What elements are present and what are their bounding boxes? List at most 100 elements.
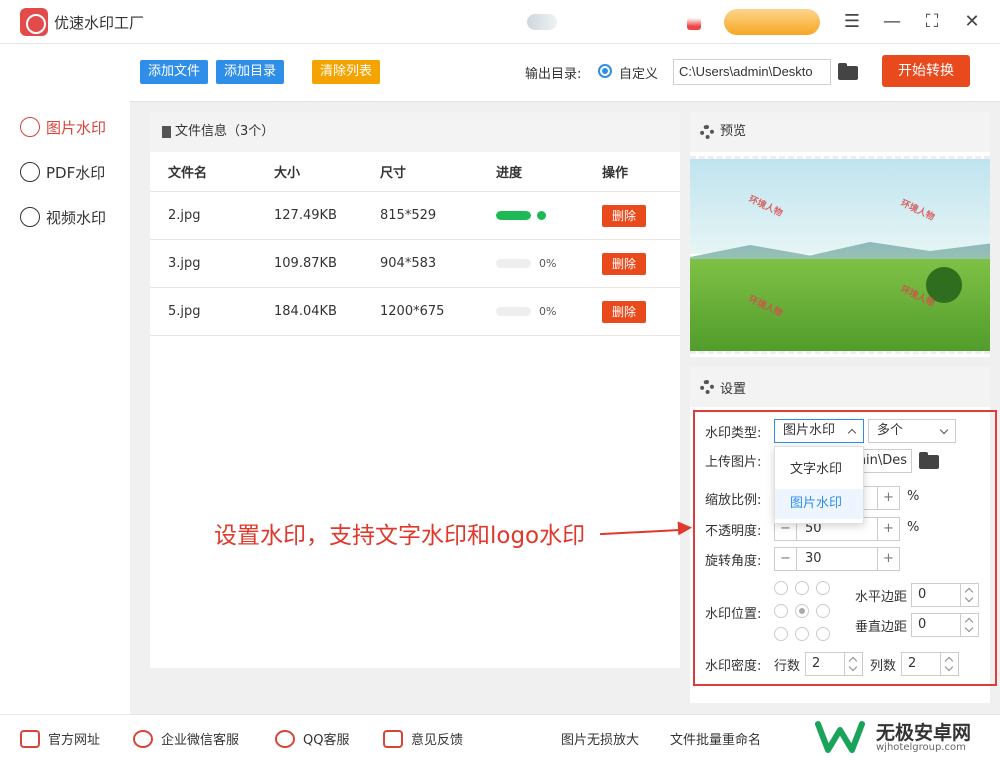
sidebar-item-pdf-watermark[interactable]: PDF水印	[20, 160, 105, 184]
cols-label: 列数	[870, 659, 897, 674]
position-dot[interactable]	[795, 581, 809, 595]
rotation-stepper[interactable]: − 30 +	[774, 547, 900, 571]
plus-icon[interactable]: +	[877, 548, 899, 570]
feedback-link[interactable]: 意见反馈	[383, 729, 463, 748]
table-row[interactable]: 2.jpg 127.49KB 815*529 删除	[150, 192, 680, 240]
progress-bar	[496, 259, 531, 268]
folder-icon[interactable]	[919, 452, 939, 469]
rows-spinner[interactable]: 2	[805, 652, 863, 676]
sidebar-item-label: PDF水印	[46, 163, 106, 182]
position-dot[interactable]	[774, 604, 788, 618]
delete-button[interactable]: 删除	[602, 300, 646, 323]
brand-name: 无极安卓网	[876, 722, 972, 744]
qq-support-link[interactable]: QQ客服	[275, 729, 349, 748]
position-dot[interactable]	[816, 604, 830, 618]
gear-icon	[700, 125, 714, 139]
wm-count-select[interactable]: 多个	[868, 419, 956, 443]
footer-label: 企业微信客服	[161, 733, 240, 748]
stamp-icon	[20, 207, 40, 227]
sidebar-item-label: 视频水印	[46, 208, 107, 227]
delete-button[interactable]: 删除	[602, 204, 646, 227]
menu-icon[interactable]: ☰	[840, 10, 864, 34]
brand-logo-icon	[815, 721, 865, 753]
rows-value: 2	[812, 656, 821, 671]
lossless-upscale-link[interactable]: 图片无损放大	[561, 729, 639, 748]
position-dot[interactable]	[774, 627, 788, 641]
chevron-down-icon[interactable]	[944, 662, 954, 672]
position-dot[interactable]	[816, 581, 830, 595]
settings-title: 设置	[720, 381, 747, 397]
position-dot[interactable]	[774, 581, 788, 595]
official-site-link[interactable]: 官方网址	[20, 729, 100, 748]
minus-icon[interactable]: −	[775, 548, 797, 570]
chevron-down-icon[interactable]	[964, 593, 974, 603]
output-dir-label: 输出目录:	[525, 67, 582, 82]
progress-cell: 0%	[496, 288, 556, 335]
delete-button[interactable]: 删除	[602, 252, 646, 275]
spinner-arrows[interactable]	[960, 584, 978, 606]
file-size: 184.04KB	[274, 304, 337, 319]
rotation-label: 旋转角度:	[705, 554, 762, 569]
table-row[interactable]: 3.jpg 109.87KB 904*583 0% 删除	[150, 240, 680, 288]
vip-button[interactable]	[724, 9, 820, 35]
chevron-up-icon	[847, 428, 857, 438]
file-name: 2.jpg	[168, 208, 201, 223]
title-bar: 优速水印工厂 ☰ — ⛶ ✕	[0, 0, 1000, 44]
dropdown-option-text-watermark[interactable]: 文字水印	[775, 455, 863, 485]
chevron-down-icon[interactable]	[848, 662, 858, 672]
h-margin-value: 0	[918, 587, 927, 602]
cols-value: 2	[908, 656, 917, 671]
minimize-icon[interactable]: —	[880, 10, 904, 34]
clear-list-button[interactable]: 清除列表	[312, 60, 381, 84]
progress-percent: 0%	[539, 257, 557, 270]
dropdown-option-image-watermark[interactable]: 图片水印	[775, 489, 863, 519]
sky	[690, 159, 990, 254]
sidebar-item-label: 图片水印	[46, 118, 107, 137]
cols-spinner[interactable]: 2	[901, 652, 959, 676]
sidebar: 图片水印 PDF水印 视频水印	[0, 44, 130, 714]
progress-percent: 0%	[539, 305, 557, 318]
sidebar-item-image-watermark[interactable]: 图片水印	[20, 115, 106, 139]
position-dot-selected[interactable]	[795, 604, 809, 618]
footer-label: 意见反馈	[411, 733, 464, 748]
rotation-value: 30	[805, 551, 822, 566]
sidebar-item-video-watermark[interactable]: 视频水印	[20, 205, 106, 229]
annotation-text: 设置水印，支持文字水印和logo水印	[214, 523, 586, 549]
col-header-size: 大小	[274, 166, 301, 181]
v-margin-label: 垂直边距	[855, 620, 908, 635]
stamp-icon	[20, 117, 40, 137]
spinner-arrows[interactable]	[940, 653, 958, 675]
start-convert-button[interactable]: 开始转换	[882, 55, 970, 87]
add-file-button[interactable]: 添加文件	[140, 60, 209, 84]
custom-output-label: 自定义	[619, 67, 659, 82]
file-name: 3.jpg	[168, 256, 201, 271]
blurred-gift-icon	[687, 18, 701, 30]
table-row[interactable]: 5.jpg 184.04KB 1200*675 0% 删除	[150, 288, 680, 336]
plus-icon[interactable]: +	[877, 518, 899, 540]
spinner-arrows[interactable]	[844, 653, 862, 675]
v-margin-spinner[interactable]: 0	[911, 613, 979, 637]
batch-rename-link[interactable]: 文件批量重命名	[670, 729, 761, 748]
upload-label: 上传图片:	[705, 455, 762, 470]
chevron-down-icon[interactable]	[964, 623, 974, 633]
file-panel-header: 文件信息（3个）	[150, 112, 680, 152]
custom-output-radio[interactable]	[598, 64, 612, 78]
col-header-progress: 进度	[496, 166, 523, 181]
spinner-arrows[interactable]	[960, 614, 978, 636]
wm-type-select[interactable]: 图片水印	[774, 419, 864, 443]
progress-cell: 0%	[496, 240, 556, 287]
h-margin-spinner[interactable]: 0	[911, 583, 979, 607]
folder-icon[interactable]	[838, 63, 858, 80]
preview-header: 预览	[690, 112, 990, 152]
progress-bar	[496, 211, 531, 220]
wecom-support-link[interactable]: 企业微信客服	[133, 729, 239, 748]
maximize-icon[interactable]: ⛶	[920, 10, 944, 34]
plus-icon[interactable]: +	[877, 487, 899, 509]
position-dot[interactable]	[816, 627, 830, 641]
rows-label: 行数	[774, 659, 801, 674]
position-dot[interactable]	[795, 627, 809, 641]
output-path-input[interactable]: C:\Users\admin\Deskto	[673, 59, 831, 85]
table-header: 文件名 大小 尺寸 进度 操作	[150, 152, 680, 192]
add-directory-button[interactable]: 添加目录	[216, 60, 285, 84]
close-icon[interactable]: ✕	[960, 10, 984, 34]
